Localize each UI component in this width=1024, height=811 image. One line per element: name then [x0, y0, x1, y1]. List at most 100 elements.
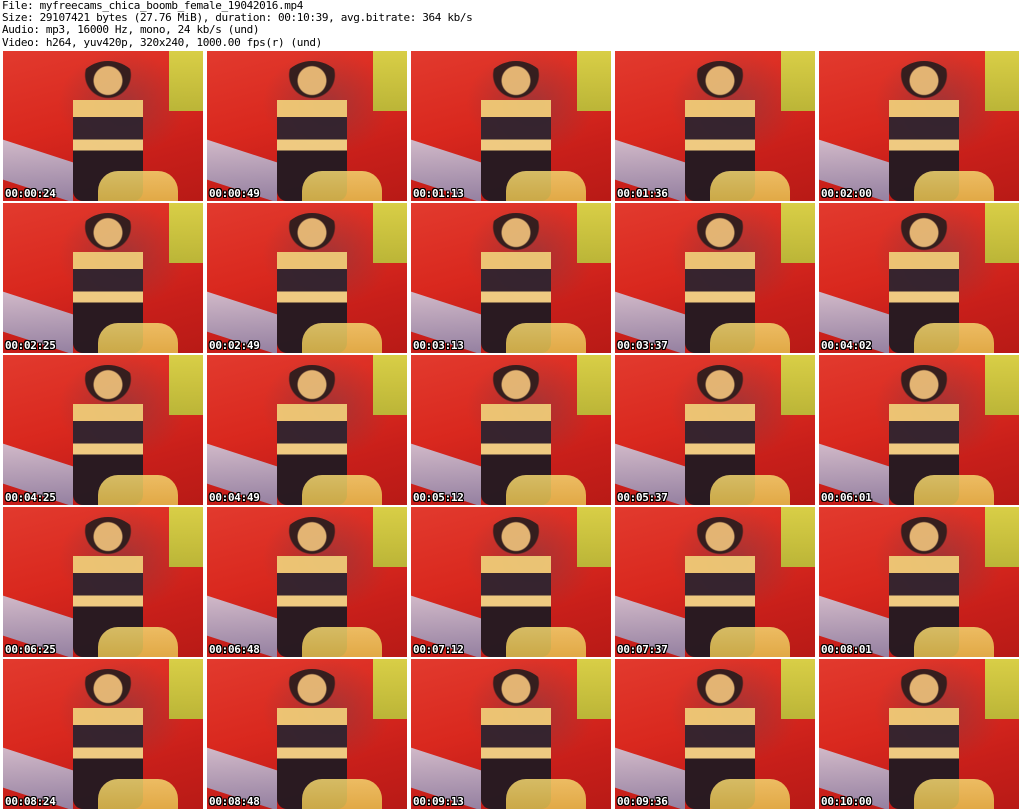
- video-thumbnail: 00:03:13: [411, 203, 611, 353]
- thumbnail-timestamp: 00:04:49: [209, 491, 260, 504]
- background-wall: [169, 51, 203, 111]
- legs-shape: [914, 475, 994, 505]
- video-thumbnail: 00:05:12: [411, 355, 611, 505]
- legs-shape: [710, 627, 790, 657]
- thumbnail-timestamp: 00:09:13: [413, 795, 464, 808]
- video-thumbnail: 00:06:01: [819, 355, 1019, 505]
- thumbnail-timestamp: 00:04:25: [5, 491, 56, 504]
- legs-shape: [302, 323, 382, 353]
- video-info-line: Video: h264, yuv420p, 320x240, 1000.00 f…: [2, 35, 322, 49]
- background-wall: [985, 355, 1019, 415]
- legs-shape: [506, 627, 586, 657]
- file-info-header: File: myfreecams_chica_boomb_female_1904…: [2, 0, 1022, 50]
- legs-shape: [710, 779, 790, 809]
- background-wall: [577, 51, 611, 111]
- background-wall: [781, 203, 815, 263]
- thumbnail-timestamp: 00:07:37: [617, 643, 668, 656]
- thumbnail-timestamp: 00:05:37: [617, 491, 668, 504]
- video-thumbnail: 00:10:00: [819, 659, 1019, 809]
- thumbnail-timestamp: 00:05:12: [413, 491, 464, 504]
- thumbnail-timestamp: 00:08:48: [209, 795, 260, 808]
- legs-shape: [302, 779, 382, 809]
- background-wall: [169, 355, 203, 415]
- background-wall: [373, 203, 407, 263]
- background-wall: [985, 203, 1019, 263]
- thumbnail-timestamp: 00:06:25: [5, 643, 56, 656]
- legs-shape: [98, 475, 178, 505]
- background-wall: [373, 659, 407, 719]
- thumbnail-timestamp: 00:02:00: [821, 187, 872, 200]
- video-thumbnail: 00:03:37: [615, 203, 815, 353]
- thumbnail-timestamp: 00:08:01: [821, 643, 872, 656]
- video-thumbnail: 00:09:36: [615, 659, 815, 809]
- video-thumbnail: 00:02:00: [819, 51, 1019, 201]
- thumbnail-timestamp: 00:01:36: [617, 187, 668, 200]
- thumbnail-timestamp: 00:10:00: [821, 795, 872, 808]
- background-wall: [577, 355, 611, 415]
- thumbnail-timestamp: 00:09:36: [617, 795, 668, 808]
- video-thumbnail: 00:01:36: [615, 51, 815, 201]
- background-wall: [373, 507, 407, 567]
- thumbnail-grid: 00:00:24 00:00:49 00:01:13 00:01:36 00:02:00…: [0, 50, 1024, 811]
- thumbnail-timestamp: 00:08:24: [5, 795, 56, 808]
- legs-shape: [506, 171, 586, 201]
- thumbnail-timestamp: 00:06:01: [821, 491, 872, 504]
- video-thumbnail: 00:00:24: [3, 51, 203, 201]
- video-thumbnail: 00:02:49: [207, 203, 407, 353]
- video-thumbnail: 00:07:12: [411, 507, 611, 657]
- legs-shape: [914, 627, 994, 657]
- background-wall: [373, 51, 407, 111]
- background-wall: [985, 51, 1019, 111]
- video-thumbnail: 00:06:25: [3, 507, 203, 657]
- legs-shape: [710, 323, 790, 353]
- thumbnail-timestamp: 00:03:13: [413, 339, 464, 352]
- legs-shape: [302, 171, 382, 201]
- legs-shape: [98, 171, 178, 201]
- video-thumbnail: 00:04:49: [207, 355, 407, 505]
- background-wall: [577, 659, 611, 719]
- video-thumbnail: 00:07:37: [615, 507, 815, 657]
- thumbnail-timestamp: 00:04:02: [821, 339, 872, 352]
- background-wall: [781, 659, 815, 719]
- background-wall: [577, 507, 611, 567]
- background-wall: [781, 51, 815, 111]
- legs-shape: [710, 475, 790, 505]
- background-wall: [781, 355, 815, 415]
- legs-shape: [98, 627, 178, 657]
- legs-shape: [302, 627, 382, 657]
- thumbnail-timestamp: 00:07:12: [413, 643, 464, 656]
- thumbnail-timestamp: 00:02:25: [5, 339, 56, 352]
- video-thumbnail: 00:08:24: [3, 659, 203, 809]
- background-wall: [985, 507, 1019, 567]
- video-thumbnail: 00:08:01: [819, 507, 1019, 657]
- thumbnail-timestamp: 00:06:48: [209, 643, 260, 656]
- background-wall: [169, 659, 203, 719]
- background-wall: [577, 203, 611, 263]
- legs-shape: [506, 779, 586, 809]
- legs-shape: [914, 171, 994, 201]
- thumbnail-timestamp: 00:01:13: [413, 187, 464, 200]
- video-thumbnail: 00:09:13: [411, 659, 611, 809]
- video-thumbnail: 00:02:25: [3, 203, 203, 353]
- legs-shape: [914, 323, 994, 353]
- thumbnail-timestamp: 00:02:49: [209, 339, 260, 352]
- video-thumbnail: 00:00:49: [207, 51, 407, 201]
- background-wall: [781, 507, 815, 567]
- video-thumbnail: 00:04:25: [3, 355, 203, 505]
- legs-shape: [710, 171, 790, 201]
- background-wall: [985, 659, 1019, 719]
- background-wall: [373, 355, 407, 415]
- audio-info-line: Audio: mp3, 16000 Hz, mono, 24 kb/s (und…: [2, 23, 260, 37]
- legs-shape: [914, 779, 994, 809]
- thumbnail-timestamp: 00:00:24: [5, 187, 56, 200]
- video-thumbnail: 00:05:37: [615, 355, 815, 505]
- legs-shape: [506, 323, 586, 353]
- video-thumbnail: 00:04:02: [819, 203, 1019, 353]
- video-thumbnail: 00:08:48: [207, 659, 407, 809]
- legs-shape: [98, 323, 178, 353]
- legs-shape: [506, 475, 586, 505]
- video-thumbnail: 00:06:48: [207, 507, 407, 657]
- thumbnail-timestamp: 00:03:37: [617, 339, 668, 352]
- thumbnail-timestamp: 00:00:49: [209, 187, 260, 200]
- video-thumbnail: 00:01:13: [411, 51, 611, 201]
